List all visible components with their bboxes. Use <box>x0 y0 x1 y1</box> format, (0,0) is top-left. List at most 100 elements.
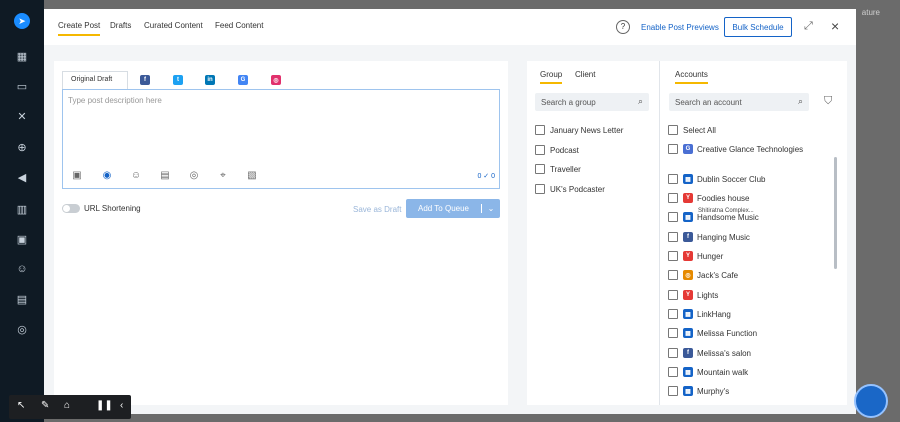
checkbox[interactable] <box>668 174 678 184</box>
checkbox[interactable] <box>668 193 678 203</box>
dashboard-icon[interactable]: ▦ <box>13 47 31 65</box>
checkbox[interactable] <box>668 328 678 338</box>
send-icon[interactable]: ➤ <box>14 13 30 29</box>
template-icon[interactable]: ▧ <box>246 170 258 182</box>
group-item[interactable]: UK's Podcaster <box>535 184 605 194</box>
account-item-label: Melissa's salon <box>697 348 751 358</box>
checkbox[interactable] <box>668 212 678 222</box>
character-counter: 0 ✓ 0 <box>477 173 495 180</box>
checkbox[interactable] <box>668 251 678 261</box>
checkbox[interactable] <box>535 184 545 194</box>
account-item[interactable]: ▦ Mountain walk <box>668 367 748 377</box>
target-icon[interactable]: ⊕ <box>13 138 31 156</box>
help-icon[interactable]: ? <box>616 20 630 34</box>
minimize-icon[interactable]: ⤢ <box>804 20 816 32</box>
checkbox[interactable] <box>668 367 678 377</box>
tab-group[interactable]: Group <box>540 70 563 84</box>
account-item[interactable]: Y Foodies house <box>668 193 749 203</box>
tab-original-draft[interactable]: Original Draft <box>62 71 128 89</box>
checkbox[interactable] <box>535 164 545 174</box>
account-item[interactable]: ▦ Handsome Music <box>668 212 759 222</box>
media-library-icon[interactable]: ▣ <box>71 170 83 182</box>
account-search-placeholder: Search an account <box>675 98 742 107</box>
google-business-icon: G <box>238 75 248 85</box>
group-search-input[interactable]: Search a group ⌕ <box>535 93 649 111</box>
checkbox[interactable] <box>668 125 678 135</box>
tab-accounts[interactable]: Accounts <box>675 70 708 84</box>
checkbox[interactable] <box>668 144 678 154</box>
group-item[interactable]: Podcast <box>535 145 579 155</box>
report-icon[interactable]: ▤ <box>13 290 31 308</box>
google-business-icon: G <box>683 144 693 154</box>
collapse-icon[interactable]: ‹ <box>120 400 123 411</box>
group-item[interactable]: Traveller <box>535 164 581 174</box>
account-item-label: Lights <box>697 290 719 300</box>
tab-curated-content[interactable]: Curated Content <box>144 21 203 30</box>
checkbox[interactable] <box>535 145 545 155</box>
bulk-schedule-button[interactable]: Bulk Schedule <box>724 17 792 37</box>
tab-drafts[interactable]: Drafts <box>110 21 131 30</box>
account-item[interactable]: ▦ Murphy's <box>668 386 729 396</box>
account-item-label: Jack's Cafe <box>697 270 739 280</box>
emoji-icon[interactable]: ☺ <box>130 170 142 182</box>
account-item[interactable]: ▦ Dublin Soccer Club <box>668 174 765 184</box>
filter-icon[interactable]: ⛉ <box>824 95 832 108</box>
account-item[interactable]: G Creative Glance Technologies <box>668 144 803 154</box>
select-all-row[interactable]: Select All <box>668 125 716 135</box>
enable-post-previews-link[interactable]: Enable Post Previews <box>641 23 719 32</box>
url-shortening-toggle[interactable] <box>62 204 80 213</box>
account-item[interactable]: f Melissa's salon <box>668 348 751 358</box>
instagram-icon: ◎ <box>683 270 693 280</box>
save-as-draft-button[interactable]: Save as Draft <box>353 205 401 214</box>
account-item[interactable]: ▦ LinkHang <box>668 309 731 319</box>
pen-icon[interactable]: ✎ <box>41 400 49 411</box>
account-network-icon: ▦ <box>683 386 693 396</box>
target-icon[interactable]: ◎ <box>188 170 200 182</box>
account-item[interactable]: f Hanging Music <box>668 232 750 242</box>
account-network-icon: ▦ <box>683 212 693 222</box>
team-icon[interactable]: ☺ <box>13 260 31 278</box>
checkbox[interactable] <box>535 125 545 135</box>
account-item[interactable]: Y Lights <box>668 290 718 300</box>
account-item[interactable]: ▦ Melissa Function <box>668 328 757 338</box>
tab-create-post[interactable]: Create Post <box>58 21 101 36</box>
yelp-icon: Y <box>683 193 693 203</box>
account-search-input[interactable]: Search an account ⌕ <box>669 93 809 111</box>
checkbox[interactable] <box>668 309 678 319</box>
checkbox[interactable] <box>668 290 678 300</box>
tab-feed-content[interactable]: Feed Content <box>215 21 263 30</box>
accounts-scrollbar[interactable] <box>834 157 837 269</box>
megaphone-icon[interactable]: ◀ <box>13 168 31 186</box>
group-item[interactable]: January News Letter <box>535 125 623 135</box>
pause-icon[interactable]: ❚❚ <box>96 400 113 411</box>
tools-icon[interactable]: ✕ <box>13 107 31 125</box>
media-icon[interactable]: ▣ <box>13 230 31 248</box>
support-icon[interactable]: ◎ <box>13 320 31 338</box>
chat-support-icon[interactable] <box>854 384 888 418</box>
facebook-icon: f <box>140 75 150 85</box>
checkbox[interactable] <box>668 348 678 358</box>
account-item[interactable]: ◎ Jack's Cafe <box>668 270 738 280</box>
account-item[interactable]: Y Hunger <box>668 251 723 261</box>
post-description-placeholder: Type post description here <box>68 96 162 105</box>
checkbox[interactable] <box>668 386 678 396</box>
add-to-queue-button[interactable]: Add To Queue ⌄ <box>406 199 500 218</box>
checkbox[interactable] <box>668 232 678 242</box>
eraser-icon[interactable]: ⌂ <box>64 400 70 411</box>
messages-icon[interactable]: ▭ <box>13 77 31 95</box>
tab-client[interactable]: Client <box>575 70 595 79</box>
instagram-icon: ◎ <box>271 75 281 85</box>
post-description-editor[interactable]: Type post description here ▣ ◉ ☺ ▤ ◎ ⌖ ▧… <box>62 89 500 189</box>
account-item-label: Hunger <box>697 251 724 261</box>
checkbox[interactable] <box>668 270 678 280</box>
pointer-icon[interactable]: ↖ <box>17 400 25 411</box>
document-icon[interactable]: ▤ <box>159 170 171 182</box>
analytics-icon[interactable]: ▥ <box>13 200 31 218</box>
chevron-down-icon[interactable]: ⌄ <box>482 204 500 213</box>
canva-icon[interactable]: ◉ <box>101 170 113 182</box>
annotation-toolbar: ↖ ✎ ⌂ ❚❚ ‹ <box>9 395 131 419</box>
background-feature-text: ature <box>861 8 880 17</box>
location-pin-icon[interactable]: ⌖ <box>217 170 229 182</box>
close-icon[interactable]: × <box>831 18 839 34</box>
account-item-label: Murphy's <box>697 386 730 396</box>
